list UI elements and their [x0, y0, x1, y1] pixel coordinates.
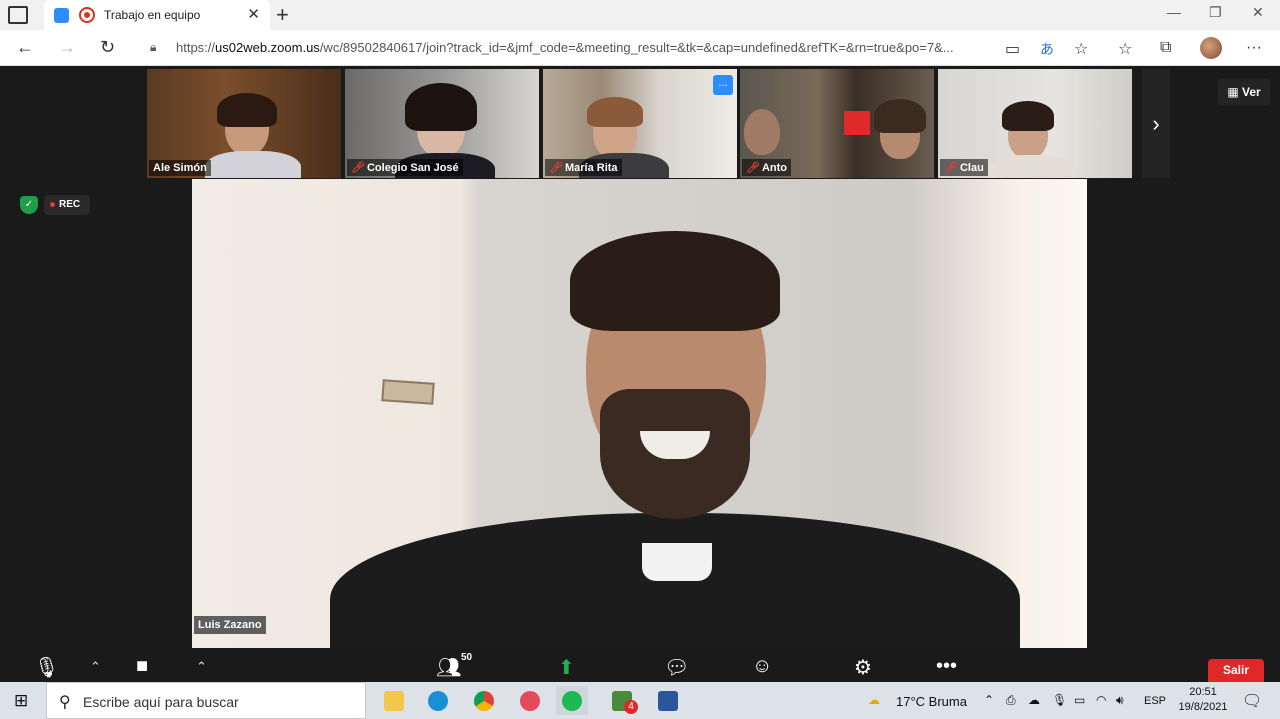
browser-tab-strip: Trabajo en equipo ✕ + — ❐ ✕: [0, 0, 1280, 30]
spotify-icon[interactable]: [556, 686, 588, 715]
refresh-icon[interactable]: ↻: [100, 37, 115, 58]
lock-icon[interactable]: 🔒︎: [150, 40, 156, 55]
muted-mic-icon: 🎤︎: [549, 162, 563, 174]
forward-icon[interactable]: →: [58, 37, 76, 58]
next-page-chevron-icon[interactable]: ›: [1142, 69, 1170, 178]
translate-icon[interactable]: あ: [1040, 39, 1054, 59]
taskbar-clock[interactable]: 20:51 19/8/2021: [1178, 685, 1228, 715]
participants-icon[interactable]: 👥︎: [436, 655, 461, 680]
clerical-collar: [642, 543, 712, 581]
taskbar-search-input[interactable]: ⚲ Escribe aquí para buscar: [46, 682, 366, 719]
share-screen-icon[interactable]: ⬆: [558, 655, 575, 680]
collections-icon[interactable]: ⧉: [1160, 39, 1171, 57]
search-icon: ⚲: [59, 694, 71, 711]
new-tab-icon[interactable]: +: [276, 2, 289, 28]
weather-text[interactable]: 17°C Bruma: [896, 694, 967, 709]
participant-tile[interactable]: Ale Simón: [147, 69, 341, 178]
participant-count: 50: [461, 652, 473, 663]
clock-date: 19/8/2021: [1178, 701, 1228, 713]
word-icon[interactable]: [652, 686, 684, 715]
participant-name: 🎤︎ María Rita: [545, 159, 622, 176]
input-language[interactable]: ESP: [1144, 695, 1166, 707]
muted-mic-icon: 🎤︎: [746, 162, 760, 174]
chrome-icon[interactable]: [468, 686, 500, 715]
recording-indicator-icon: [79, 7, 95, 23]
tile-more-options-button[interactable]: ...: [713, 75, 733, 95]
mic-tray-icon[interactable]: 🎙︎: [1052, 693, 1067, 707]
participant-tile[interactable]: ... 🎤︎ María Rita: [543, 69, 737, 178]
view-button[interactable]: ▦ Ver: [1218, 79, 1270, 105]
participant-name: 🎤︎ Anto: [742, 159, 792, 176]
participant-name: 🎤︎ Clau: [940, 159, 988, 176]
participant-name: 🎤︎ Colegio San José: [347, 159, 463, 176]
notification-center-icon[interactable]: 🗨︎: [1242, 691, 1262, 711]
photos-icon[interactable]: 4: [606, 686, 638, 715]
more-menu-icon[interactable]: ···: [1246, 39, 1262, 57]
rec-dot-icon: [50, 201, 55, 207]
file-explorer-icon[interactable]: [378, 686, 410, 715]
wall-outlet: [381, 379, 435, 405]
active-tab[interactable]: Trabajo en equipo ✕: [44, 0, 270, 30]
participant-tile[interactable]: 🎤︎ Anto: [740, 69, 934, 178]
participant-tile[interactable]: 🎤︎ Clau: [938, 69, 1132, 178]
muted-mic-icon: 🎤︎: [944, 162, 958, 174]
chat-icon[interactable]: 💬︎: [664, 655, 689, 680]
edge-icon[interactable]: [422, 686, 454, 715]
volume-icon[interactable]: 🔊︎: [1116, 693, 1124, 708]
speaker-name-label: Luis Zazano: [194, 616, 266, 634]
meet-now-icon[interactable]: ⎙: [1006, 693, 1016, 708]
restore-icon[interactable]: ❐: [1209, 4, 1222, 21]
close-window-icon[interactable]: ✕: [1252, 4, 1264, 21]
onedrive-icon[interactable]: ☁: [1028, 693, 1040, 707]
leave-meeting-button[interactable]: Salir: [1208, 659, 1264, 682]
add-favorite-icon[interactable]: ☆: [1074, 39, 1088, 59]
address-bar: ← → ↻ 🔒︎ https://us02web.zoom.us/wc/8950…: [0, 30, 1280, 66]
search-placeholder: Escribe aquí para buscar: [83, 694, 239, 710]
url-text: https://us02web.zoom.us/wc/89502840617/j…: [176, 40, 954, 55]
settings-gear-icon[interactable]: ⚙: [854, 655, 872, 680]
windows-start-icon[interactable]: ⊞: [14, 691, 28, 711]
microphone-icon[interactable]: 🎙︎: [34, 655, 59, 680]
minimize-icon[interactable]: —: [1167, 4, 1181, 20]
clock-time: 20:51: [1189, 686, 1217, 698]
wifi-icon[interactable]: ◠: [1096, 693, 1106, 707]
windows-taskbar: ⊞ ⚲ Escribe aquí para buscar 4 ☁ 17°C Br…: [0, 682, 1280, 719]
speaker-hair: [570, 231, 780, 331]
weather-icon[interactable]: ☁: [868, 693, 880, 707]
tab-close-icon[interactable]: ✕: [247, 5, 260, 23]
audio-options-chevron-up-icon[interactable]: ⌃: [90, 659, 101, 675]
paint-icon[interactable]: [514, 686, 546, 715]
video-options-chevron-up-icon[interactable]: ⌃: [196, 659, 207, 675]
tab-title: Trabajo en equipo: [104, 8, 201, 22]
more-options-icon[interactable]: •••: [936, 655, 957, 678]
battery-icon[interactable]: ▭: [1074, 693, 1085, 707]
tab-actions-icon[interactable]: [8, 6, 28, 24]
muted-mic-icon: 🎤︎: [351, 162, 365, 174]
recording-badge[interactable]: REC: [44, 195, 90, 215]
encryption-shield-icon[interactable]: ✓: [20, 196, 38, 214]
participant-name: Ale Simón: [149, 160, 211, 176]
active-speaker-video[interactable]: Luis Zazano: [192, 179, 1087, 648]
reactions-icon[interactable]: ☺: [752, 655, 772, 678]
video-camera-icon[interactable]: ■: [136, 655, 148, 678]
meeting-toolbar: 🎙︎ ⌃ ■ ⌃ 👥︎ 50 ⬆ 💬︎ ☺ ⚙ ••• Salir: [0, 649, 1280, 682]
grid-icon: ▦: [1227, 85, 1239, 99]
url-field[interactable]: 🔒︎ https://us02web.zoom.us/wc/8950284061…: [138, 34, 1100, 62]
profile-avatar[interactable]: [1200, 37, 1222, 59]
zoom-favicon-icon: [54, 8, 69, 23]
favorites-icon[interactable]: ☆: [1118, 39, 1132, 59]
notification-badge: 4: [624, 700, 638, 714]
back-icon[interactable]: ←: [16, 37, 34, 58]
participant-tile[interactable]: 🎤︎ Colegio San José: [345, 69, 539, 178]
camera-permission-icon[interactable]: ▭: [1005, 39, 1020, 59]
tray-chevron-up-icon[interactable]: ⌃: [984, 693, 994, 707]
zoom-meeting-area: Ale Simón 🎤︎ Colegio San José ... 🎤︎ María…: [0, 67, 1280, 649]
